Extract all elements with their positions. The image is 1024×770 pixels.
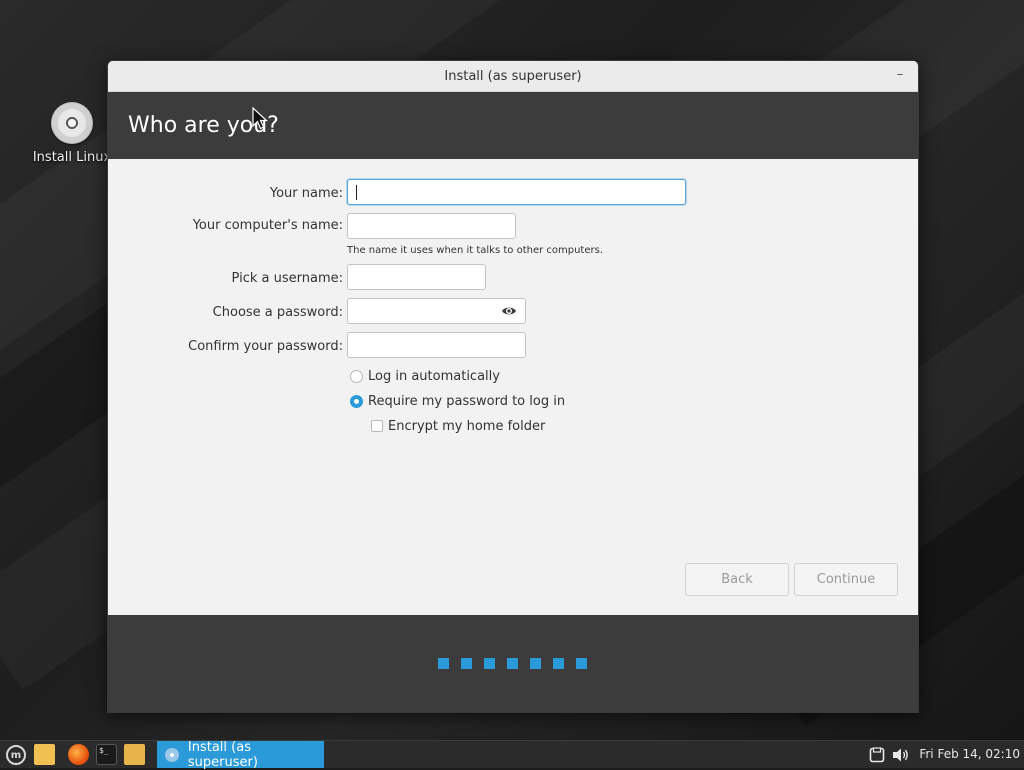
files-icon[interactable]	[124, 744, 145, 765]
confirm-password-input[interactable]	[347, 332, 526, 358]
mint-menu-icon[interactable]: m	[6, 745, 26, 765]
taskbar-clock[interactable]: Fri Feb 14, 02:10	[919, 747, 1020, 761]
taskbar-task-installer[interactable]: Install (as superuser)	[157, 739, 324, 770]
text-caret	[356, 185, 357, 200]
installer-footer	[108, 615, 918, 712]
mouse-pointer-icon	[252, 107, 269, 130]
page-header: Who are you?	[108, 92, 918, 159]
back-button[interactable]: Back	[685, 563, 789, 596]
network-icon[interactable]	[869, 747, 885, 763]
your-name-input[interactable]	[347, 179, 686, 205]
progress-steps	[438, 658, 587, 669]
progress-step-dot	[461, 658, 472, 669]
minimize-button[interactable]: –	[892, 67, 908, 83]
form-content: Your name: Your computer's name: The nam…	[108, 159, 918, 616]
continue-button[interactable]: Continue	[794, 563, 898, 596]
password-input[interactable]	[347, 298, 526, 324]
encrypt-home-label[interactable]: Encrypt my home folder	[388, 419, 545, 434]
installer-window: Install (as superuser) – Who are you? Yo…	[107, 60, 919, 713]
login-auto-radio[interactable]	[350, 370, 363, 383]
progress-step-dot	[438, 658, 449, 669]
terminal-icon[interactable]: $_	[96, 744, 117, 765]
disc-icon	[51, 102, 93, 144]
encrypt-home-checkbox[interactable]	[371, 420, 383, 432]
installer-task-icon	[165, 747, 179, 762]
progress-step-dot	[530, 658, 541, 669]
username-input[interactable]	[347, 264, 486, 290]
username-label: Pick a username:	[231, 271, 343, 286]
your-name-label: Your name:	[269, 186, 343, 201]
progress-step-dot	[553, 658, 564, 669]
taskbar-task-label: Install (as superuser)	[187, 739, 258, 770]
computer-name-label: Your computer's name:	[192, 218, 343, 233]
computer-name-hint: The name it uses when it talks to other …	[347, 245, 604, 256]
require-password-radio[interactable]	[350, 395, 363, 408]
progress-step-dot	[507, 658, 518, 669]
firefox-icon[interactable]	[68, 744, 89, 765]
desktop-install-linux[interactable]: Install Linux	[30, 102, 114, 165]
show-password-eye-icon[interactable]	[501, 305, 517, 317]
progress-step-dot	[576, 658, 587, 669]
confirm-password-label: Confirm your password:	[188, 339, 343, 354]
progress-step-dot	[484, 658, 495, 669]
password-label: Choose a password:	[212, 305, 343, 320]
computer-name-input[interactable]	[347, 213, 516, 239]
window-title: Install (as superuser)	[444, 68, 582, 84]
taskbar: m $_ Install (as superuser) Fri Feb 14, …	[0, 739, 1024, 770]
desktop-icon-label: Install Linux	[32, 150, 112, 165]
show-desktop-icon[interactable]	[34, 744, 55, 765]
volume-icon[interactable]	[892, 747, 910, 763]
require-password-label[interactable]: Require my password to log in	[368, 394, 565, 409]
login-auto-label[interactable]: Log in automatically	[368, 369, 500, 384]
window-titlebar[interactable]: Install (as superuser) –	[108, 61, 918, 92]
